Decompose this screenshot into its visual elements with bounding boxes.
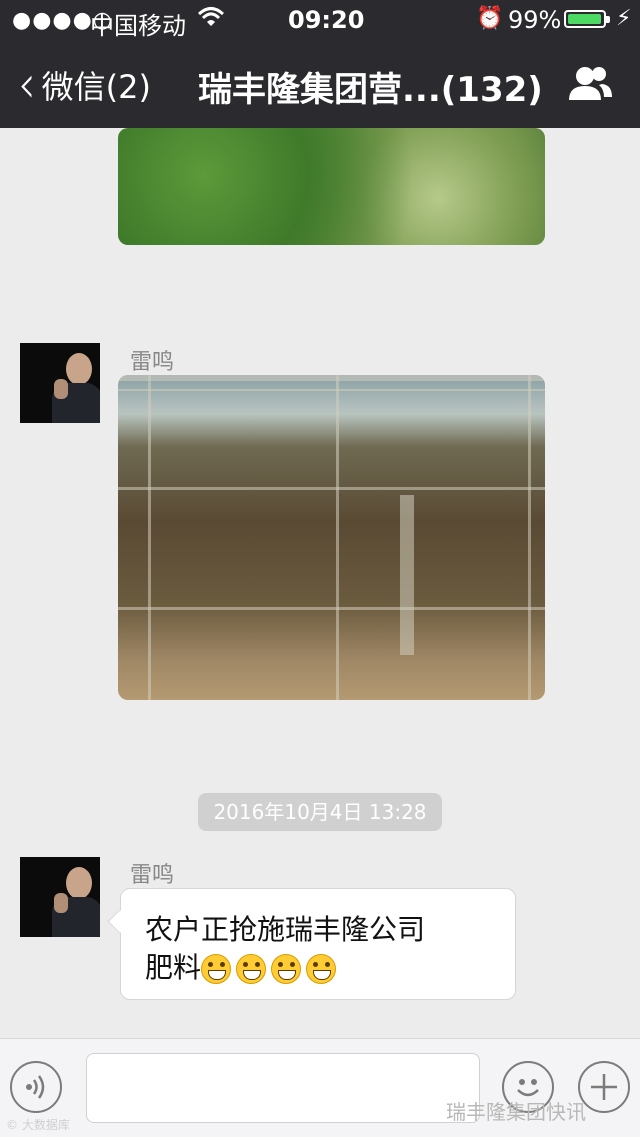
battery-icon <box>564 10 610 28</box>
grinning-emoji-icon <box>236 954 267 984</box>
grinning-emoji-icon <box>271 954 302 984</box>
sender-name: 雷鸣 <box>130 863 175 888</box>
alarm-icon: ⏰ <box>476 6 504 31</box>
clock: 09:20 <box>288 6 365 34</box>
charging-icon: ⚡ <box>616 6 632 31</box>
voice-icon <box>26 1075 45 1099</box>
back-label: 微信(2) <box>41 68 151 106</box>
message-text-line1: 农户正抢施瑞丰隆公司 <box>145 913 426 946</box>
grinning-emoji-icon <box>306 954 337 984</box>
chat-title: 瑞丰隆集团营...(132) <box>198 70 543 110</box>
battery-percent: 99% <box>508 6 562 34</box>
avatar[interactable] <box>20 857 100 937</box>
voice-button[interactable] <box>10 1061 62 1113</box>
group-members-button[interactable] <box>566 64 614 104</box>
grinning-emoji-icon <box>201 954 232 984</box>
message-text-line2: 肥料 <box>145 949 491 987</box>
status-bar: ●●●●○ 中国移动 09:20 ⏰ 99% ⚡ <box>0 0 640 40</box>
chat-messages[interactable]: 雷鸣 2016年10月4日 13:28 雷鸣 农户正抢施瑞丰隆公司 肥料 <box>0 128 640 1038</box>
message-bubble[interactable]: 农户正抢施瑞丰隆公司 肥料 <box>107 888 516 1000</box>
sender-name: 雷鸣 <box>130 350 175 375</box>
message-input[interactable] <box>86 1053 480 1123</box>
avatar[interactable] <box>20 343 100 423</box>
message-image-vegetables[interactable] <box>118 128 545 245</box>
watermark-left: © 大数据库 <box>6 1118 70 1132</box>
chat-header: ‹ 微信(2) 瑞丰隆集团营...(132) <box>0 40 640 128</box>
message-timestamp: 2016年10月4日 13:28 <box>198 793 442 831</box>
group-members-icon <box>569 67 612 100</box>
message-image-greenhouse[interactable] <box>118 375 545 700</box>
carrier-label: 中国移动 <box>90 12 186 40</box>
plus-icon <box>591 1074 617 1100</box>
wifi-icon <box>197 6 225 34</box>
back-button[interactable]: ‹ 微信(2) <box>18 53 151 115</box>
watermark-right: 瑞丰隆集团快讯 <box>446 1100 586 1124</box>
chevron-left-icon: ‹ <box>18 53 36 115</box>
